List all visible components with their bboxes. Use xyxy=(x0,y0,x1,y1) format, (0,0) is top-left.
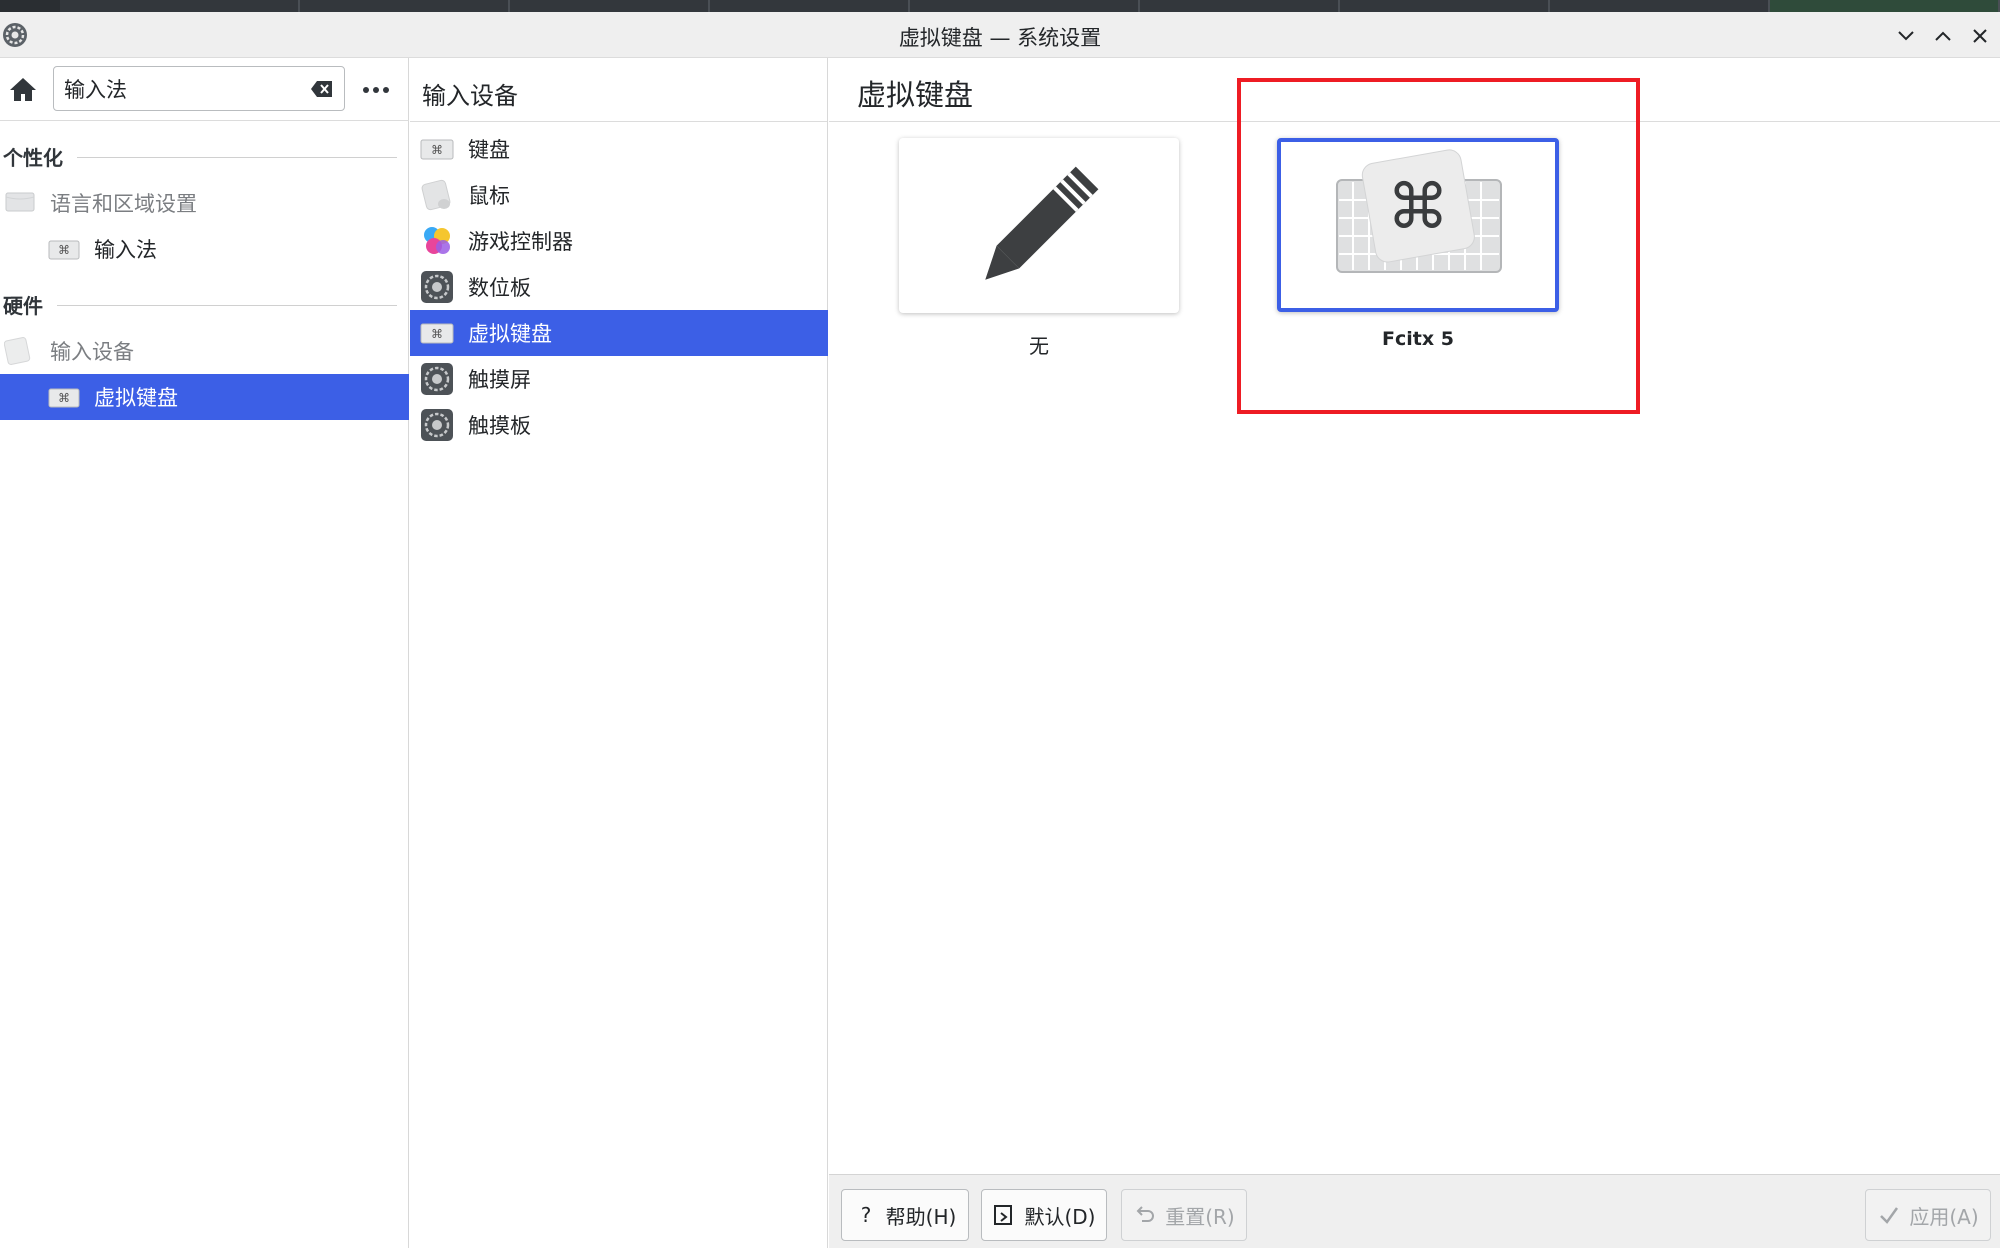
sidebar-item-input-method[interactable]: ⌘ 输入法 xyxy=(0,226,409,272)
category-list: 输入设备 ⌘ 键盘 鼠标 游戏控制器 数位板 ⌘ 虚拟键盘 触摸屏 触摸板 xyxy=(410,58,828,1248)
option-card-none[interactable] xyxy=(899,138,1179,313)
svg-text:?: ? xyxy=(860,1203,871,1227)
search-input[interactable] xyxy=(64,73,294,105)
mouse-icon xyxy=(421,179,451,211)
svg-text:⌘: ⌘ xyxy=(431,143,443,157)
chevron-up-icon xyxy=(1935,31,1951,41)
reset-label: 重置(R) xyxy=(1165,1204,1235,1229)
browser-tab[interactable] xyxy=(300,0,510,12)
more-icon xyxy=(363,87,389,93)
svg-text:⌘: ⌘ xyxy=(431,327,443,341)
browser-tab[interactable] xyxy=(1340,0,1550,12)
sidebar-item-language-region[interactable]: 语言和区域设置 xyxy=(0,180,409,226)
sidebar-item-label: 虚拟键盘 xyxy=(94,386,178,410)
flag-icon xyxy=(5,192,35,212)
keyboard-icon: ⌘ xyxy=(48,388,80,408)
category-item-keyboard[interactable]: ⌘ 键盘 xyxy=(410,126,828,172)
reset-button[interactable]: 重置(R) xyxy=(1121,1189,1247,1241)
sidebar-item-virtual-keyboard[interactable]: ⌘ 虚拟键盘 xyxy=(0,374,409,420)
svg-text:⌘: ⌘ xyxy=(58,391,70,405)
divider xyxy=(57,305,397,306)
footer-bar: ? 帮助(H) 默认(D) 重置(R) 应用(A) xyxy=(829,1174,2000,1248)
browser-tab[interactable] xyxy=(710,0,910,12)
close-button[interactable] xyxy=(1966,22,1994,50)
option-label-none: 无 xyxy=(1029,334,1049,358)
category-item-virtual-keyboard[interactable]: ⌘ 虚拟键盘 xyxy=(410,310,828,356)
browser-tab[interactable] xyxy=(60,0,300,12)
section-label: 硬件 xyxy=(3,294,43,318)
browser-tab[interactable] xyxy=(1550,0,1770,12)
undo-icon xyxy=(1136,1206,1155,1222)
touchscreen-icon xyxy=(421,363,453,395)
sidebar-item-label: 输入设备 xyxy=(50,340,134,364)
defaults-icon xyxy=(994,1205,1013,1225)
browser-tab[interactable] xyxy=(1140,0,1340,12)
svg-text:⌘: ⌘ xyxy=(58,243,70,257)
category-item-label: 数位板 xyxy=(468,276,531,300)
more-options-button[interactable] xyxy=(360,76,392,104)
game-controller-icon xyxy=(424,227,450,254)
pencil-icon xyxy=(985,166,1099,280)
category-item-label: 游戏控制器 xyxy=(468,230,573,254)
sidebar-item-label: 语言和区域设置 xyxy=(50,192,197,216)
browser-tab[interactable] xyxy=(510,0,710,12)
checkmark-icon xyxy=(1880,1207,1899,1224)
browser-tab[interactable] xyxy=(910,0,1140,12)
sidebar-header xyxy=(0,58,409,121)
defaults-button[interactable]: 默认(D) xyxy=(981,1189,1107,1241)
category-item-label: 键盘 xyxy=(468,138,510,162)
help-button[interactable]: ? 帮助(H) xyxy=(841,1189,969,1241)
category-item-touchscreen[interactable]: 触摸屏 xyxy=(410,356,828,402)
divider xyxy=(77,157,397,158)
help-label: 帮助(H) xyxy=(885,1204,957,1229)
category-title: 输入设备 xyxy=(422,82,518,110)
browser-tab-strip xyxy=(0,0,2000,12)
section-header-hardware: 硬件 xyxy=(3,290,397,319)
home-button[interactable] xyxy=(8,74,38,104)
input-devices-icon xyxy=(4,337,31,365)
keyboard-icon: ⌘ xyxy=(48,240,80,260)
defaults-label: 默认(D) xyxy=(1024,1204,1096,1229)
close-icon xyxy=(1973,29,1987,43)
section-label: 个性化 xyxy=(3,146,63,170)
sidebar: 个性化 语言和区域设置 ⌘ 输入法 硬件 输入设备 ⌘ 虚拟键盘 xyxy=(0,58,409,1248)
divider xyxy=(410,121,827,122)
keyboard-icon: ⌘ xyxy=(420,323,454,344)
apply-label: 应用(A) xyxy=(1909,1204,1979,1229)
module-title: 虚拟键盘 xyxy=(857,78,974,112)
home-icon xyxy=(10,78,36,101)
apply-button[interactable]: 应用(A) xyxy=(1865,1189,1991,1241)
help-icon: ? xyxy=(860,1203,871,1227)
section-header-personalization: 个性化 xyxy=(3,142,397,171)
sidebar-item-input-devices[interactable]: 输入设备 xyxy=(0,328,409,374)
search-field[interactable] xyxy=(53,66,345,111)
sidebar-item-label: 输入法 xyxy=(94,238,157,262)
category-item-tablet[interactable]: 数位板 xyxy=(410,264,828,310)
tablet-icon xyxy=(421,271,453,303)
window-title: 虚拟键盘 — 系统设置 xyxy=(898,26,1102,50)
category-item-game-controller[interactable]: 游戏控制器 xyxy=(410,218,828,264)
category-item-mouse[interactable]: 鼠标 xyxy=(410,172,828,218)
browser-tab[interactable] xyxy=(1770,0,2000,12)
category-item-touchpad[interactable]: 触摸板 xyxy=(410,402,828,448)
category-item-label: 触摸板 xyxy=(468,414,531,438)
annotation-highlight-box xyxy=(1237,78,1640,414)
chevron-down-icon xyxy=(1898,31,1914,41)
module-panel: 虚拟键盘 无 ⌘ Fcitx 5 ? 帮助(H) 默认(D) 重置(R) 应用(… xyxy=(829,58,2000,1248)
category-item-label: 虚拟键盘 xyxy=(468,322,552,346)
window-titlebar: 虚拟键盘 — 系统设置 xyxy=(0,12,2000,58)
keyboard-icon: ⌘ xyxy=(420,139,454,160)
maximize-button[interactable] xyxy=(1929,22,1957,50)
category-item-label: 鼠标 xyxy=(468,184,510,208)
minimize-button[interactable] xyxy=(1892,22,1920,50)
touchpad-icon xyxy=(421,409,453,441)
category-item-label: 触摸屏 xyxy=(468,368,531,392)
clear-text-icon[interactable] xyxy=(310,79,334,99)
